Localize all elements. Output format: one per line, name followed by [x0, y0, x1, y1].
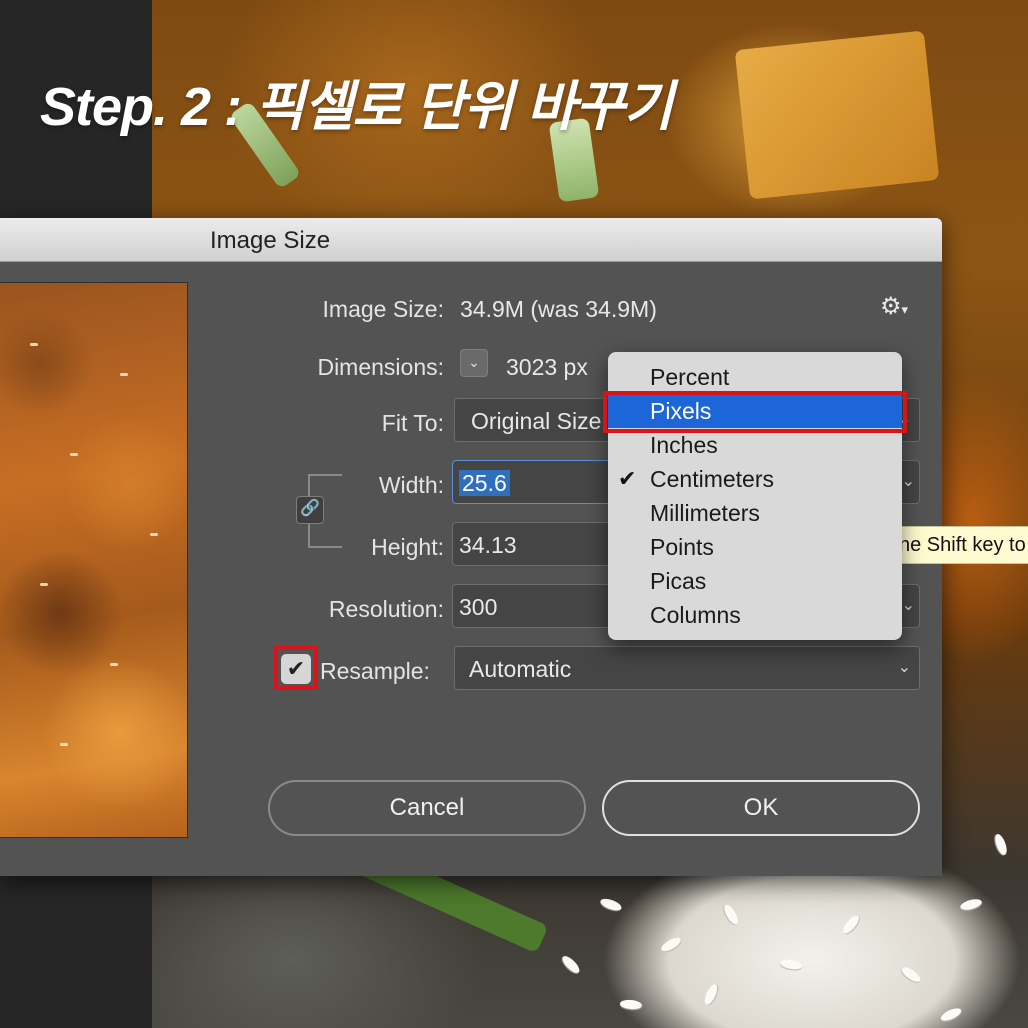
menu-item-columns[interactable]: Columns [608, 598, 902, 632]
menu-item-percent[interactable]: Percent [608, 360, 902, 394]
step-title: Step. 2 : 픽셀로 단위 바꾸기 [40, 77, 673, 137]
resolution-value: 300 [459, 594, 498, 620]
resolution-label: Resolution: [328, 596, 444, 622]
gear-icon[interactable]: ⚙▾ [880, 292, 908, 321]
chevron-down-icon: ⌄ [901, 473, 915, 490]
width-input[interactable]: 25.6 [452, 460, 612, 504]
dialog-titlebar[interactable]: Image Size [0, 218, 942, 262]
image-size-label: Image Size: [322, 296, 444, 322]
dimensions-label: Dimensions: [317, 354, 444, 380]
resolution-input[interactable]: 300 [452, 584, 612, 628]
menu-item-picas[interactable]: Picas [608, 564, 902, 598]
width-value: 25.6 [459, 470, 510, 497]
menu-item-points[interactable]: Points [608, 530, 902, 564]
image-preview[interactable] [0, 282, 188, 838]
shift-key-tooltip: ne Shift key to [880, 526, 1028, 564]
dimensions-value: 3023 px [506, 354, 588, 380]
checkmark-icon: ✔ [618, 466, 637, 491]
constrain-proportions-link-icon[interactable]: 🔗 [296, 496, 324, 524]
height-value: 34.13 [459, 532, 517, 558]
resample-highlight-box [274, 646, 318, 690]
height-input[interactable]: 34.13 [452, 522, 612, 566]
width-label: Width: [378, 472, 444, 498]
menu-item-inches[interactable]: Inches [608, 428, 902, 462]
dialog-title: Image Size [210, 227, 331, 254]
resample-label: Resample: [320, 658, 430, 684]
resample-select[interactable]: Automatic ⌄ [454, 646, 920, 690]
chevron-down-icon: ⌄ [901, 597, 915, 614]
fit-to-label: Fit To: [381, 410, 444, 436]
chevron-down-icon: ⌄ [897, 659, 911, 676]
menu-item-millimeters[interactable]: Millimeters [608, 496, 902, 530]
height-label: Height: [371, 534, 444, 560]
menu-item-centimeters[interactable]: ✔ Centimeters [608, 462, 902, 496]
chevron-down-icon: ⌄ [468, 354, 480, 370]
pixels-highlight-box [603, 391, 907, 433]
ok-button[interactable]: OK [602, 780, 920, 836]
dimensions-menu-button[interactable]: ⌄ [460, 349, 488, 377]
image-size-value: 34.9M (was 34.9M) [460, 296, 657, 322]
potato-chunk [734, 30, 940, 200]
tooltip-text: ne Shift key to [899, 534, 1026, 556]
resample-value: Automatic [469, 656, 572, 682]
cancel-button[interactable]: Cancel [268, 780, 586, 836]
fit-to-value: Original Size [471, 408, 602, 434]
